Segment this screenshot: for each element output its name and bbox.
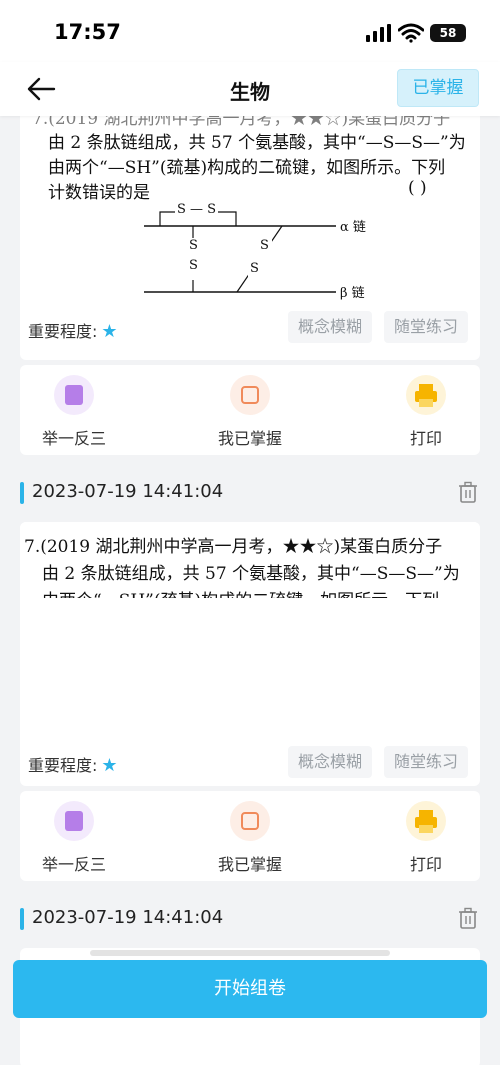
question-image[interactable]: 7.(2019 湖北荆州中学高一月考，★★☆)某蛋白质分子 由 2 条肽链组成，… <box>20 116 480 300</box>
importance-row: 重要程度: ★ <box>28 318 118 342</box>
diagram-s: S <box>189 258 198 273</box>
content-scroll[interactable]: 7.(2019 湖北荆州中学高一月考，★★☆)某蛋白质分子 由 2 条肽链组成，… <box>0 116 500 1065</box>
diagram-s: S <box>189 238 198 253</box>
date-row: 2023-07-19 14:41:04 <box>20 904 480 934</box>
similar-icon <box>54 801 94 841</box>
trash-icon[interactable] <box>458 481 478 503</box>
importance-row: 重要程度: ★ <box>28 752 118 776</box>
date-accent-bar <box>20 908 24 930</box>
action-label: 我已掌握 <box>217 429 282 448</box>
mastered-filter-button[interactable]: 已掌握 <box>397 69 479 107</box>
question-card[interactable]: 7.(2019 湖北荆州中学高一月考，★★☆)某蛋白质分子 由 2 条肽链组成，… <box>20 522 480 786</box>
star-icon[interactable]: ★ <box>101 755 117 776</box>
trash-icon[interactable] <box>458 907 478 929</box>
question-line: 计数错误的是 <box>48 183 150 203</box>
question-line: 由 2 条肽链组成，共 57 个氨基酸，其中“—S—S—”为 <box>42 564 460 584</box>
question-line: 由 2 条肽链组成，共 57 个氨基酸，其中“—S—S—”为 <box>48 133 466 153</box>
action-bar: 举一反三 我已掌握 打印 <box>20 365 480 455</box>
action-label: 打印 <box>409 429 442 448</box>
status-time: 17:57 <box>54 20 121 44</box>
tag-concept-unclear[interactable]: 概念模糊 <box>288 746 373 778</box>
star-icon[interactable]: ★ <box>101 321 117 342</box>
diagram-s: S <box>250 261 259 276</box>
action-label: 举一反三 <box>41 855 106 874</box>
importance-label: 重要程度: <box>28 756 98 775</box>
date-row: 2023-07-19 14:41:04 <box>20 478 480 508</box>
diagram-beta-label: β 链 <box>340 286 365 300</box>
tag-class-practice[interactable]: 随堂练习 <box>384 311 469 343</box>
status-bar: 17:57 58 <box>0 0 500 62</box>
date-accent-bar <box>20 482 24 504</box>
wifi-icon <box>398 23 424 43</box>
similar-questions-button[interactable]: 举一反三 <box>14 375 134 449</box>
action-label: 举一反三 <box>41 429 106 448</box>
similar-questions-button[interactable]: 举一反三 <box>14 801 134 875</box>
printer-icon <box>406 801 446 841</box>
record-date: 2023-07-19 14:41:04 <box>32 907 224 928</box>
checkbox-icon <box>230 375 270 415</box>
nav-bar: 生物 已掌握 <box>0 62 500 116</box>
question-card[interactable]: 7.(2019 湖北荆州中学高一月考，★★☆)某蛋白质分子 由 2 条肽链组成，… <box>20 116 480 360</box>
action-label: 我已掌握 <box>217 855 282 874</box>
back-arrow-icon[interactable] <box>24 74 58 104</box>
question-line: 7.(2019 湖北荆州中学高一月考，★★☆)某蛋白质分子 <box>24 537 443 557</box>
question-image-fragment <box>90 950 390 956</box>
printer-icon <box>406 375 446 415</box>
checkbox-icon <box>230 801 270 841</box>
start-compose-button[interactable]: 开始组卷 <box>13 960 487 1018</box>
question-line: 由两个“—SH”(巯基)构成的二硫键，如图所示。下列 <box>42 586 439 598</box>
question-paren: ( ) <box>408 178 427 198</box>
record-date: 2023-07-19 14:41:04 <box>32 481 224 502</box>
diagram-s: S <box>260 238 269 253</box>
battery-icon: 58 <box>430 24 466 42</box>
mark-mastered-button[interactable]: 我已掌握 <box>190 801 310 875</box>
action-label: 打印 <box>409 855 442 874</box>
question-image[interactable]: 7.(2019 湖北荆州中学高一月考，★★☆)某蛋白质分子 由 2 条肽链组成，… <box>20 522 480 598</box>
diagram-alpha-label: α 链 <box>340 220 366 235</box>
cellular-signal-icon <box>366 24 391 42</box>
tag-concept-unclear[interactable]: 概念模糊 <box>288 311 373 343</box>
tag-class-practice[interactable]: 随堂练习 <box>384 746 469 778</box>
print-button[interactable]: 打印 <box>366 801 486 875</box>
action-bar: 举一反三 我已掌握 打印 <box>20 791 480 881</box>
similar-icon <box>54 375 94 415</box>
print-button[interactable]: 打印 <box>366 375 486 449</box>
mark-mastered-button[interactable]: 我已掌握 <box>190 375 310 449</box>
question-line: 由两个“—SH”(巯基)构成的二硫键，如图所示。下列 <box>48 158 446 178</box>
diagram-ss: S — S <box>175 202 219 217</box>
importance-label: 重要程度: <box>28 322 98 341</box>
